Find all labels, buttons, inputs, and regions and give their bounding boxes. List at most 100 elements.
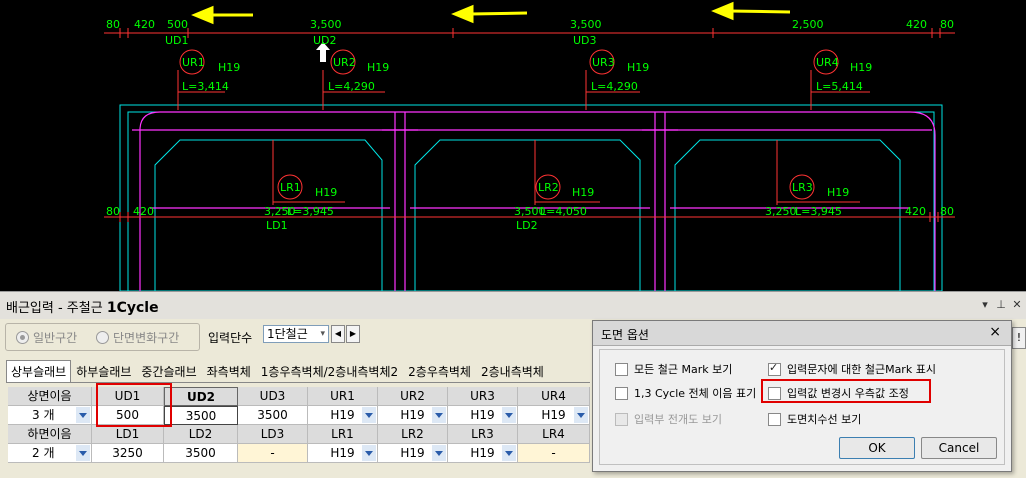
chk-show-input-marks[interactable]: 입력문자에 대한 철근Mark 표시 <box>768 361 936 377</box>
dropdown-arrow-icon[interactable] <box>502 407 516 423</box>
highlight-box <box>761 379 931 403</box>
level-label: 입력단수 <box>208 331 253 345</box>
ur2-cell[interactable]: H19 <box>378 406 448 425</box>
arrow-icon <box>191 1 791 25</box>
dialog-title: 도면 옵션 <box>601 328 649 342</box>
dim-text: 80 <box>106 205 120 218</box>
rebar-mark: LR1 <box>280 181 301 194</box>
rebar-length: L=4,290 <box>328 80 375 93</box>
dropdown-icon[interactable]: ▾ <box>978 298 992 312</box>
dropdown-arrow-icon[interactable] <box>76 445 90 461</box>
chk-cycle-splice[interactable]: 1,3 Cycle 전체 이음 표기 <box>615 385 756 401</box>
chk-expand-view[interactable]: 입력부 전개도 보기 <box>615 411 722 427</box>
radio-general-section[interactable]: 일반구간 <box>16 329 77 346</box>
rebar-size: H19 <box>218 61 240 74</box>
ld2-cell[interactable]: 3500 <box>164 444 238 463</box>
dim-text: 3,500 <box>570 18 602 31</box>
dialog-titlebar: 도면 옵션 × <box>593 321 1011 346</box>
rebar-mark: UR3 <box>592 56 615 69</box>
upper-count-cell[interactable]: 3 개 <box>8 406 92 425</box>
dropdown-arrow-icon[interactable] <box>574 407 588 423</box>
chk-show-dimension-lines[interactable]: 도면치수선 보기 <box>768 411 861 427</box>
ur1-cell[interactable]: H19 <box>308 406 378 425</box>
radio-label: 일반구간 <box>33 331 78 345</box>
rebar-size: H19 <box>627 61 649 74</box>
tab-2f-right-wall[interactable]: 2층우측벽체 <box>403 360 476 379</box>
close-icon[interactable]: × <box>989 324 1001 340</box>
rebar-length: L=5,414 <box>816 80 863 93</box>
partial-button[interactable]: ! <box>1012 327 1026 349</box>
dim-label: LD1 <box>266 219 288 232</box>
dim-text: 420 <box>133 205 154 218</box>
radio-section-change[interactable]: 단면변화구간 <box>96 329 179 346</box>
grid-header: UR2 <box>378 387 448 406</box>
lr4-cell[interactable]: - <box>518 444 590 463</box>
dim-text: 80 <box>940 18 954 31</box>
ur3-cell[interactable]: H19 <box>448 406 518 425</box>
dropdown-arrow-icon[interactable] <box>432 445 446 461</box>
dim-text: 2,500 <box>792 18 824 31</box>
dim-label: UD3 <box>573 34 597 47</box>
cell-value: H19 <box>470 408 495 422</box>
dim-text: 3,250 <box>765 205 797 218</box>
tab-bar: 상부슬래브 하부슬래브 중간슬래브 좌측벽체 1층우측벽체/2층내측벽체2 2층… <box>6 360 549 382</box>
checkbox-label: 입력문자에 대한 철근Mark 표시 <box>787 363 936 376</box>
dim-text: 80 <box>106 18 120 31</box>
ur4-cell[interactable]: H19 <box>518 406 590 425</box>
dropdown-arrow-icon[interactable] <box>76 407 90 423</box>
dim-text: 80 <box>940 205 954 218</box>
lr1-cell[interactable]: H19 <box>308 444 378 463</box>
rebar-size: H19 <box>850 61 872 74</box>
ld1-cell[interactable]: 3250 <box>92 444 164 463</box>
dropdown-arrow-icon[interactable] <box>502 445 516 461</box>
grid-header: UD3 <box>238 387 308 406</box>
prev-level-button[interactable]: ◀ <box>331 325 345 343</box>
lr3-cell[interactable]: H19 <box>448 444 518 463</box>
cad-drawing-canvas[interactable]: 80 420 500 3,500 3,500 2,500 420 80 UD1 … <box>0 0 1026 291</box>
rebar-mark: UR1 <box>182 56 205 69</box>
dim-text: 420 <box>905 205 926 218</box>
rebar-mark: LR3 <box>792 181 813 194</box>
ok-button[interactable]: OK <box>839 437 915 459</box>
lr2-cell[interactable]: H19 <box>378 444 448 463</box>
rebar-length: L=4,290 <box>591 80 638 93</box>
tab-upper-slab[interactable]: 상부슬래브 <box>6 360 72 382</box>
close-icon[interactable]: ✕ <box>1010 298 1024 312</box>
rebar-mark: UR4 <box>816 56 839 69</box>
dropdown-arrow-icon[interactable] <box>362 407 376 423</box>
ud3-cell[interactable]: 3500 <box>238 406 308 425</box>
tab-middle-slab[interactable]: 중간슬래브 <box>136 360 201 379</box>
cancel-button[interactable]: Cancel <box>921 437 997 459</box>
cell-value: H19 <box>330 446 355 460</box>
cell-value: H19 <box>330 408 355 422</box>
rebar-mark: UR2 <box>333 56 356 69</box>
dropdown-arrow-icon[interactable] <box>362 445 376 461</box>
tab-2f-inner-wall[interactable]: 2층내측벽체 <box>476 360 549 379</box>
ld3-cell[interactable]: - <box>238 444 308 463</box>
tab-lower-slab[interactable]: 하부슬래브 <box>71 360 136 379</box>
next-level-button[interactable]: ▶ <box>346 325 360 343</box>
tab-1f-right-wall[interactable]: 1층우측벽체/2층내측벽체2 <box>256 360 403 379</box>
rebar-size: H19 <box>572 186 594 199</box>
level-select-value: 1단철근 <box>267 327 308 341</box>
cell-value: 2 개 <box>32 446 55 460</box>
grid-header: LR1 <box>308 425 378 444</box>
grid-header: LR2 <box>378 425 448 444</box>
grid-header: 상면이음 <box>8 387 92 406</box>
ud2-cell[interactable]: 3500 <box>164 406 238 425</box>
checkbox-label: 모든 철근 Mark 보기 <box>634 363 733 376</box>
grid-header: LD2 <box>164 425 238 444</box>
tab-left-wall[interactable]: 좌측벽체 <box>202 360 256 379</box>
dim-text: L=3,945 <box>287 205 334 218</box>
cell-value: H19 <box>400 446 425 460</box>
dropdown-arrow-icon[interactable] <box>432 407 446 423</box>
dim-text: 420 <box>134 18 155 31</box>
level-select[interactable]: 1단철근 ▾ <box>263 325 329 343</box>
grid-header: LR3 <box>448 425 518 444</box>
rebar-drawing: 80 420 500 3,500 3,500 2,500 420 80 UD1 … <box>104 1 955 291</box>
radio-icon <box>16 331 29 344</box>
panel-title-main: 1Cycle <box>106 300 159 316</box>
pin-icon[interactable]: ⊥ <box>994 298 1008 312</box>
lower-count-cell[interactable]: 2 개 <box>8 444 92 463</box>
chk-show-all-marks[interactable]: 모든 철근 Mark 보기 <box>615 361 732 377</box>
